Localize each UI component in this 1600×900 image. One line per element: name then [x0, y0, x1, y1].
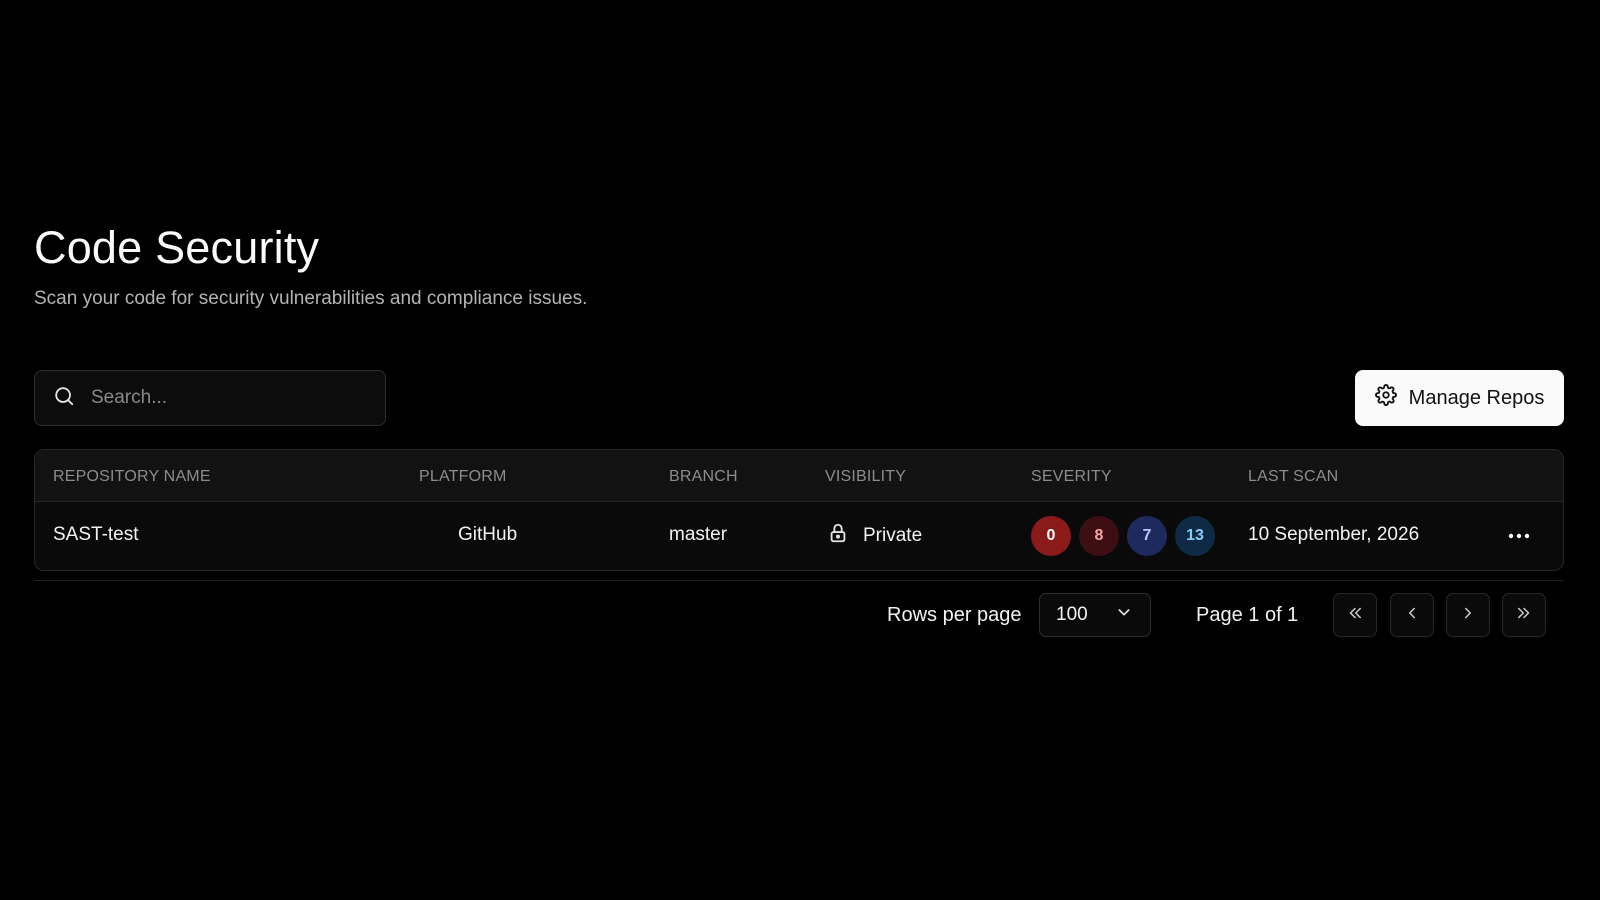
visibility-cell: Private — [827, 521, 922, 551]
last-scan-cell: 10 September, 2026 — [1248, 524, 1420, 545]
first-page-icon — [1346, 604, 1364, 627]
chevron-down-icon — [1116, 604, 1132, 626]
search-input[interactable] — [91, 387, 341, 409]
severity-medium-badge: 7 — [1127, 516, 1167, 556]
row-actions-button[interactable] — [1503, 522, 1535, 550]
branch-cell: master — [669, 524, 728, 545]
repositories-table: REPOSITORY NAME PLATFORM BRANCH VISIBILI… — [34, 449, 1564, 571]
previous-page-button[interactable] — [1390, 593, 1434, 637]
table-header: REPOSITORY NAME PLATFORM BRANCH VISIBILI… — [35, 450, 1563, 502]
manage-repos-button[interactable]: Manage Repos — [1355, 370, 1564, 426]
first-page-button[interactable] — [1333, 593, 1377, 637]
search-icon — [53, 385, 75, 412]
severity-low-badge: 13 — [1175, 516, 1215, 556]
rows-per-page-select[interactable]: 100 — [1039, 593, 1151, 637]
table-row[interactable]: SAST-test GitHub master Private 0 8 7 13… — [35, 502, 1563, 570]
lock-icon — [827, 521, 849, 551]
severity-counts: 0 8 7 13 — [1031, 516, 1215, 556]
manage-repos-label: Manage Repos — [1408, 386, 1545, 409]
rows-per-page-label: Rows per page — [887, 604, 1022, 626]
last-page-button[interactable] — [1502, 593, 1546, 637]
repository-name[interactable]: SAST-test — [53, 524, 139, 546]
rows-per-page-value: 100 — [1056, 604, 1088, 625]
previous-page-icon — [1403, 604, 1421, 627]
severity-high-badge: 8 — [1079, 516, 1119, 556]
visibility-label: Private — [863, 525, 923, 546]
severity-critical-badge: 0 — [1031, 516, 1071, 556]
last-page-icon — [1515, 604, 1533, 627]
column-header-severity[interactable]: SEVERITY — [1031, 468, 1112, 486]
column-header-repository-name[interactable]: REPOSITORY NAME — [53, 468, 211, 486]
next-page-icon — [1459, 604, 1477, 627]
page-title: Code Security — [34, 222, 320, 273]
page-info: Page 1 of 1 — [1196, 604, 1299, 626]
page-subtitle: Scan your code for security vulnerabilit… — [34, 288, 588, 309]
more-horizontal-icon — [1508, 527, 1530, 545]
search-box[interactable] — [34, 370, 386, 426]
column-header-platform[interactable]: PLATFORM — [419, 468, 507, 486]
gear-icon — [1374, 384, 1397, 412]
next-page-button[interactable] — [1446, 593, 1490, 637]
divider — [34, 580, 1564, 581]
column-header-branch[interactable]: BRANCH — [669, 468, 738, 486]
platform-cell: GitHub — [458, 524, 518, 545]
column-header-visibility[interactable]: VISIBILITY — [825, 468, 906, 486]
column-header-last-scan[interactable]: LAST SCAN — [1248, 468, 1338, 486]
